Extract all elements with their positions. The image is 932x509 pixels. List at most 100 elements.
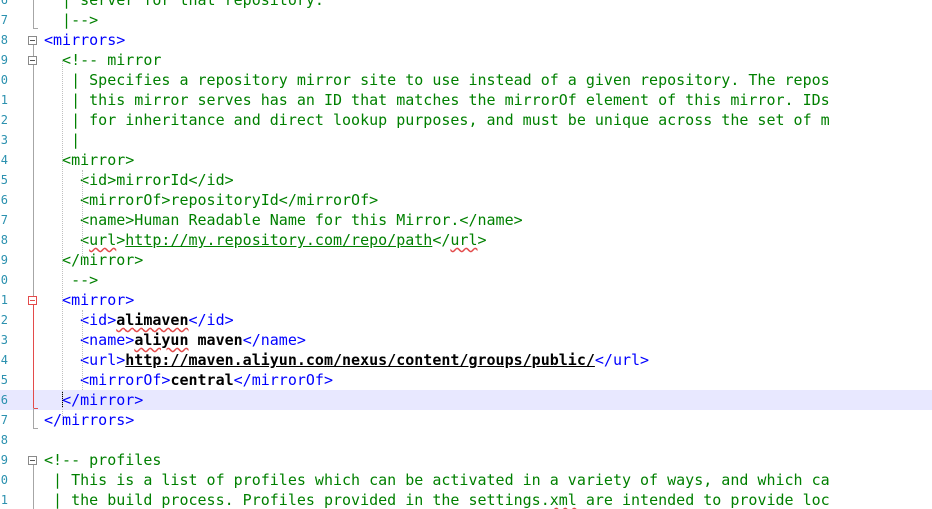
line-number: 8 xyxy=(0,433,8,447)
line-number: 1 xyxy=(0,93,8,107)
code-line[interactable]: 1 <mirror> xyxy=(0,290,932,310)
fold-line xyxy=(33,408,34,428)
code-token: | for inheritance and direct lookup purp… xyxy=(44,111,830,129)
code-token: are intended to provide loc xyxy=(576,491,830,509)
line-text: </mirror> xyxy=(44,250,143,270)
fold-toggle-profiles-icon[interactable] xyxy=(28,456,37,465)
line-text: <name>aliyun maven</name> xyxy=(44,330,306,350)
code-token: <mirrors> xyxy=(44,31,126,49)
code-line[interactable]: 8 <url>http://my.repository.com/repo/pat… xyxy=(0,230,932,250)
line-number: 9 xyxy=(0,253,8,267)
code-line[interactable]: 2 <id>alimaven</id> xyxy=(0,310,932,330)
code-line[interactable]: 9 <!-- profiles xyxy=(0,450,932,470)
fold-line xyxy=(33,45,34,56)
code-line[interactable]: 7 <name>Human Readable Name for this Mir… xyxy=(0,210,932,230)
fold-line xyxy=(33,65,34,296)
line-text: <url>http://maven.aliyun.com/nexus/conte… xyxy=(44,350,649,370)
code-token: <url> xyxy=(44,351,126,369)
code-line[interactable]: 6 | server for that repository. xyxy=(0,0,932,10)
fold-line xyxy=(33,0,34,28)
line-text: <mirror> xyxy=(44,150,134,170)
code-token: central xyxy=(170,371,234,389)
code-token: url xyxy=(450,231,478,249)
line-text: <id>alimaven</id> xyxy=(44,310,234,330)
line-text: | server for that repository. xyxy=(44,0,324,10)
code-token: | this mirror serves has an ID that matc… xyxy=(44,91,830,109)
code-line[interactable]: 0 | Specifies a repository mirror site t… xyxy=(0,70,932,90)
code-line[interactable]: 5 <id>mirrorId</id> xyxy=(0,170,932,190)
fold-toggle-mirrors-icon[interactable] xyxy=(28,36,37,45)
line-number: 5 xyxy=(0,373,8,387)
fold-line-active xyxy=(33,305,34,408)
line-text: | This is a list of profiles which can b… xyxy=(44,470,830,490)
line-text: --> xyxy=(44,270,98,290)
fold-toggle-comment-icon[interactable] xyxy=(28,56,37,65)
fold-toggle-mirror-icon[interactable] xyxy=(28,296,37,305)
fold-end-marker xyxy=(33,28,38,29)
code-line[interactable]: 6 <mirrorOf>repositoryId</mirrorOf> xyxy=(0,190,932,210)
code-token: <name> xyxy=(44,331,135,349)
code-token: </url> xyxy=(594,351,650,369)
indent-guide xyxy=(82,170,83,260)
line-number: 4 xyxy=(0,153,8,167)
code-line[interactable]: 7 </mirrors> xyxy=(0,410,932,430)
code-token: <name>Human Readable Name for this Mirro… xyxy=(44,211,523,229)
code-line[interactable]: 9 </mirror> xyxy=(0,250,932,270)
code-token: | This is a list of profiles which can b… xyxy=(44,471,830,489)
code-token: <mirror> xyxy=(44,291,135,309)
line-text: <mirrorOf>repositoryId</mirrorOf> xyxy=(44,190,378,210)
line-number: 9 xyxy=(0,453,8,467)
code-token: <!-- profiles xyxy=(44,451,162,469)
line-number: 0 xyxy=(0,473,8,487)
code-token: </ xyxy=(432,231,451,249)
line-text: <id>mirrorId</id> xyxy=(44,170,234,190)
code-line[interactable]: 2 | for inheritance and direct lookup pu… xyxy=(0,110,932,130)
code-line[interactable]: 3 | xyxy=(0,130,932,150)
code-token: alimaven xyxy=(116,311,189,329)
fold-margin xyxy=(22,0,42,509)
code-token: | server for that repository. xyxy=(44,0,324,9)
code-token: <mirror> xyxy=(44,151,135,169)
code-line[interactable]: 0 --> xyxy=(0,270,932,290)
code-line[interactable]: 1 | the build process. Profiles provided… xyxy=(0,490,932,509)
code-token: http://my.repository.com/repo/path xyxy=(125,231,433,249)
code-line[interactable]: 7 |--> xyxy=(0,10,932,30)
line-number: 3 xyxy=(0,133,8,147)
line-number: 7 xyxy=(0,213,8,227)
line-number: 6 xyxy=(0,393,8,407)
code-line[interactable]: 1 | this mirror serves has an ID that ma… xyxy=(0,90,932,110)
code-token: aliyun xyxy=(134,331,189,349)
code-line[interactable]: 0 | This is a list of profiles which can… xyxy=(0,470,932,490)
code-line[interactable]: 9 <!-- mirror xyxy=(0,50,932,70)
code-token: url xyxy=(89,231,117,249)
indent-guide xyxy=(62,60,63,420)
code-line[interactable]: 6 </mirror> xyxy=(0,390,932,410)
code-line[interactable]: 8 <mirrors> xyxy=(0,30,932,50)
fold-end-marker xyxy=(33,428,38,429)
code-token: </mirrors> xyxy=(44,411,135,429)
line-text: <mirror> xyxy=(44,290,134,310)
code-line[interactable]: 3 <name>aliyun maven</name> xyxy=(0,330,932,350)
code-editor[interactable]: 6 | server for that repository. 7 |--> 8 <m… xyxy=(0,0,932,509)
line-text: | the build process. Profiles provided i… xyxy=(44,490,830,509)
line-text: </mirrors> xyxy=(44,410,134,430)
code-line[interactable]: 4 <mirror> xyxy=(0,150,932,170)
line-text: | for inheritance and direct lookup purp… xyxy=(44,110,830,130)
code-line[interactable]: 4 <url>http://maven.aliyun.com/nexus/con… xyxy=(0,350,932,370)
code-token: </mirror> xyxy=(44,251,144,269)
code-line[interactable]: 8 xyxy=(0,430,932,450)
line-number: 4 xyxy=(0,353,8,367)
line-number: 2 xyxy=(0,113,8,127)
code-line[interactable]: 5 <mirrorOf>central</mirrorOf> xyxy=(0,370,932,390)
indent-guide xyxy=(82,310,83,390)
line-number: 6 xyxy=(0,193,8,207)
line-number: 0 xyxy=(0,273,8,287)
code-token: </mirrorOf> xyxy=(233,371,333,389)
fold-line xyxy=(33,465,34,509)
code-token: <id>mirrorId</id> xyxy=(44,171,234,189)
code-token: --> xyxy=(44,271,99,289)
line-number: 6 xyxy=(0,0,8,7)
line-text: </mirror> xyxy=(44,390,143,410)
code-token: </mirror> xyxy=(62,391,144,409)
code-token: </name> xyxy=(242,331,306,349)
